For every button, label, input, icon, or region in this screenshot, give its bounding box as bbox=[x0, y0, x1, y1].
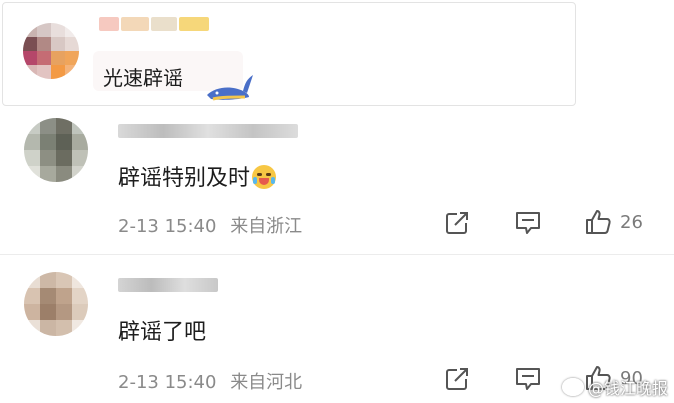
like-button[interactable]: 26 bbox=[584, 208, 643, 236]
comment-icon bbox=[516, 368, 540, 390]
share-button[interactable] bbox=[444, 210, 470, 236]
comment-text: 辟谣了吧 bbox=[118, 320, 207, 345]
username-blurred[interactable] bbox=[179, 17, 209, 31]
avatar[interactable] bbox=[23, 23, 79, 79]
crying-laughing-emoji-icon bbox=[252, 165, 277, 189]
weibo-logo-icon bbox=[561, 378, 584, 396]
username-blurred[interactable] bbox=[121, 17, 149, 31]
watermark: @钱江晚报 bbox=[561, 375, 668, 399]
comment-text: 辟谣特别及时 bbox=[118, 160, 277, 192]
watermark-text: @钱江晚报 bbox=[587, 379, 668, 398]
like-count: 26 bbox=[620, 211, 643, 233]
reply-button[interactable] bbox=[514, 366, 542, 392]
divider bbox=[0, 254, 674, 255]
share-button[interactable] bbox=[444, 366, 470, 392]
comment-text-content: 辟谣特别及时 bbox=[118, 166, 251, 191]
comment-meta: 2-13 15:40 来自河北 bbox=[118, 368, 302, 394]
avatar[interactable] bbox=[24, 118, 88, 182]
username-blurred[interactable] bbox=[118, 124, 298, 138]
whale-icon bbox=[207, 75, 253, 101]
reply-button[interactable] bbox=[514, 210, 542, 236]
username-blurred[interactable] bbox=[99, 17, 119, 31]
location: 来自河北 bbox=[230, 372, 303, 393]
location: 来自浙江 bbox=[230, 216, 303, 237]
timestamp: 2-13 15:40 bbox=[118, 216, 217, 237]
share-icon bbox=[446, 212, 468, 234]
comment-icon bbox=[516, 212, 540, 234]
avatar[interactable] bbox=[24, 272, 88, 336]
share-icon bbox=[446, 368, 468, 390]
comment-meta: 2-13 15:40 来自浙江 bbox=[118, 212, 302, 238]
timestamp: 2-13 15:40 bbox=[118, 372, 217, 393]
username-blurred[interactable] bbox=[118, 278, 218, 292]
thumbs-up-icon bbox=[586, 210, 611, 234]
username-blurred[interactable] bbox=[151, 17, 177, 31]
comment-text: 光速辟谣 bbox=[103, 66, 183, 90]
quoted-comment-card[interactable]: 光速辟谣 bbox=[2, 2, 576, 106]
